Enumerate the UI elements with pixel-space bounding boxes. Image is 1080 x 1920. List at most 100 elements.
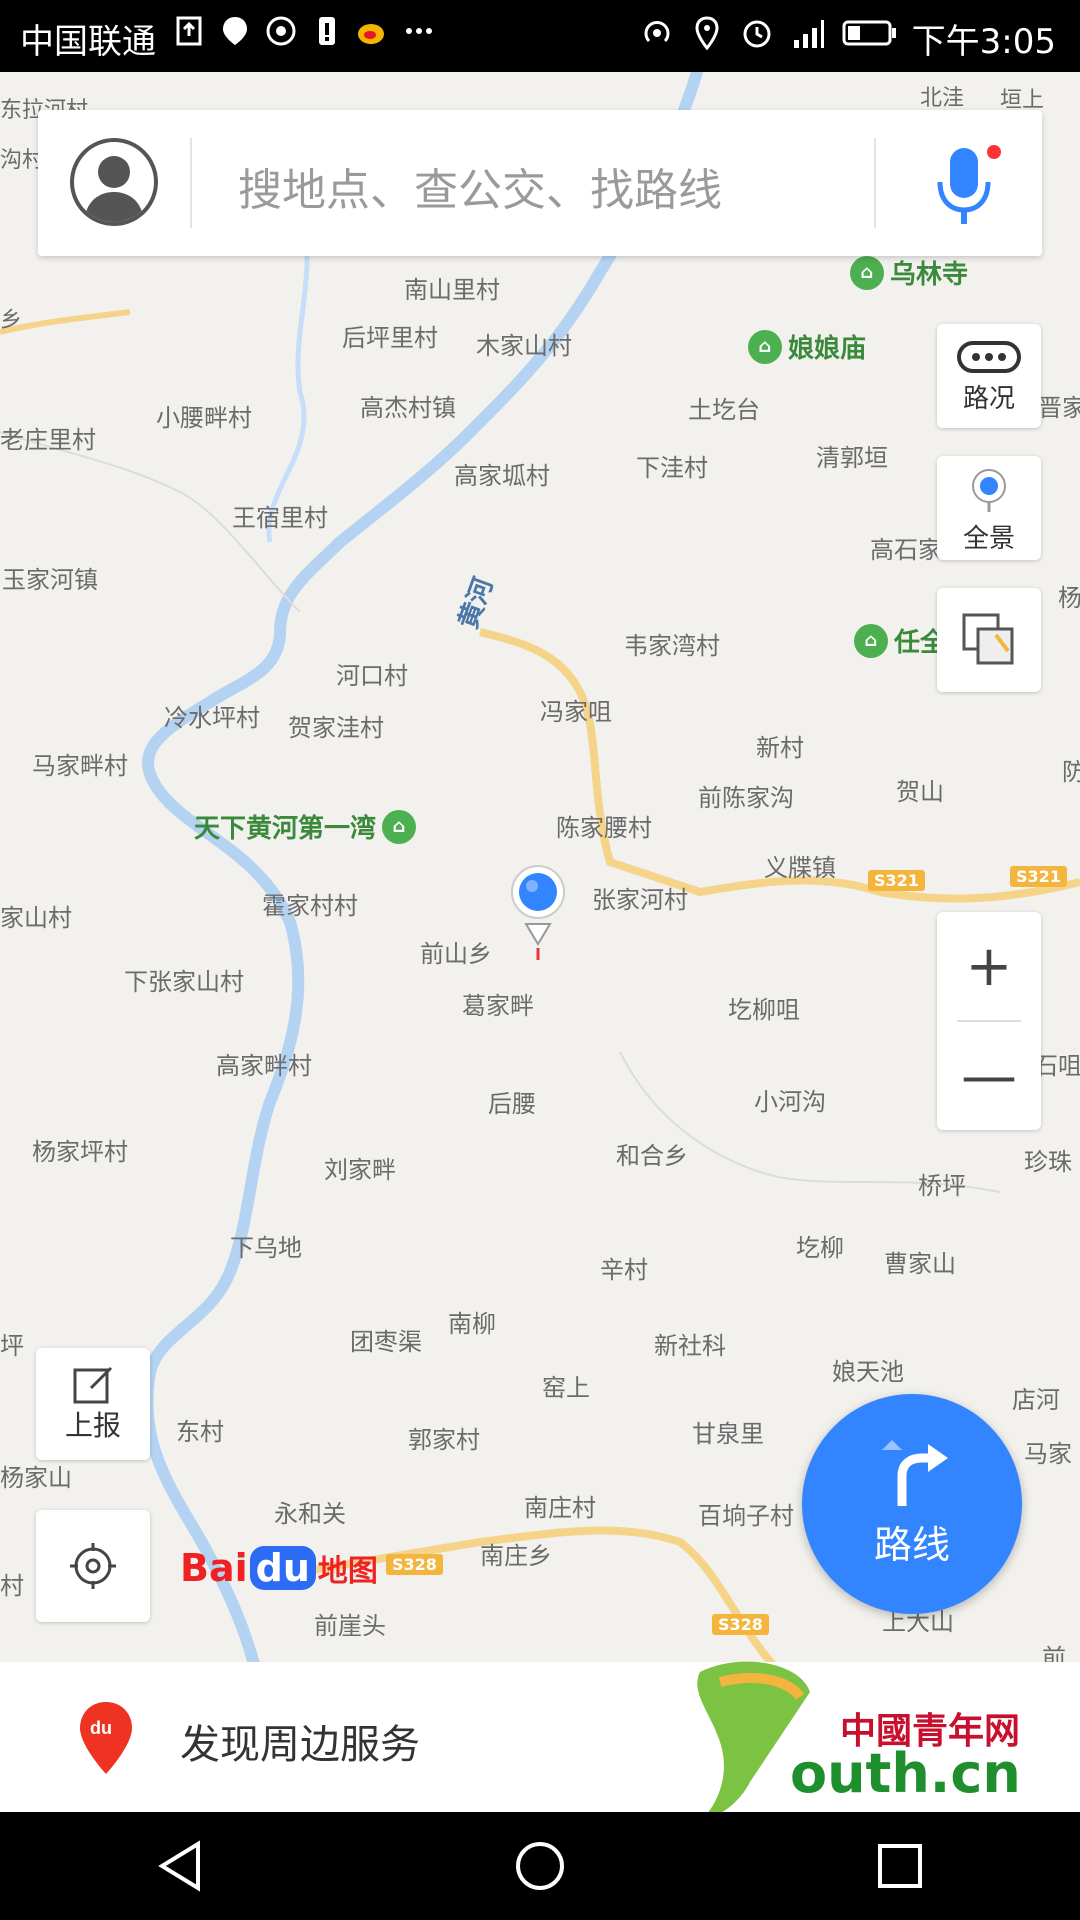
map-place-label[interactable]: 防 [1062,752,1080,787]
map-place-label[interactable]: 娘天池 [832,1352,904,1387]
map-place-label[interactable]: 百垧子村 [698,1496,794,1531]
map-place-label[interactable]: 圪柳咀 [728,990,800,1025]
zoom-out-button[interactable]: — [937,1022,1041,1130]
map-place-label[interactable]: 下洼村 [636,448,708,483]
map-place-label[interactable]: 辛村 [600,1250,648,1285]
battery-icon [840,16,900,50]
map-place-label[interactable]: 下乌地 [230,1228,302,1263]
map-place-label[interactable]: 乡 [0,302,22,334]
layers-button[interactable] [937,588,1041,692]
map-place-label[interactable]: 冯家咀 [540,692,612,727]
map-place-label[interactable]: 家山村 [0,898,72,933]
map-place-label[interactable]: 高家坬村 [454,456,550,491]
voice-search-icon[interactable] [928,138,1008,234]
locate-icon [70,1543,116,1589]
report-button[interactable]: 上报 [36,1348,150,1460]
poi-temple[interactable]: ⌂ 乌林寺 [850,254,968,291]
map-place-label[interactable]: 杨家坪村 [32,1132,128,1167]
map-place-label[interactable]: 木家山村 [476,326,572,361]
map-place-label[interactable]: 店河 [1012,1380,1060,1415]
map-place-label[interactable]: 南柳 [448,1304,496,1339]
map-place-label[interactable]: 贺山 [896,772,944,807]
map-place-label[interactable]: 南庄乡 [480,1536,552,1571]
map-place-label[interactable]: 北洼 [920,80,964,112]
map-place-label[interactable]: 珍珠 [1024,1142,1072,1177]
map-place-label[interactable]: 高家畔村 [216,1046,312,1081]
map-place-label[interactable]: 前崖头 [314,1606,386,1641]
map-place-label[interactable]: 郭家村 [408,1420,480,1455]
map-place-label[interactable]: 陈家腰村 [556,808,652,843]
map-place-label[interactable]: 新村 [756,728,804,763]
map-place-label[interactable]: 后坪里村 [342,318,438,353]
road-sign: S321 [1010,866,1067,887]
map-place-label[interactable]: 桥坪 [918,1166,966,1201]
map-place-label[interactable]: 霍家村村 [262,886,358,921]
discover-nearby-label: 发现周边服务 [180,1722,420,1768]
route-button[interactable]: 路线 [802,1394,1022,1614]
upload-icon [172,14,206,48]
user-avatar-icon[interactable] [70,138,158,226]
map-place-label[interactable]: 杨 [1058,578,1080,613]
map-place-label[interactable]: 和合乡 [616,1136,688,1171]
map-place-label[interactable]: 土圪台 [688,390,760,425]
route-label: 路线 [873,1522,950,1567]
map-place-label[interactable]: 下张家山村 [124,962,244,997]
map-place-label[interactable]: 张家河村 [592,880,688,915]
recents-icon[interactable] [870,1836,930,1896]
back-icon[interactable] [150,1836,210,1896]
map-place-label[interactable]: 玉家河镇 [2,560,98,595]
search-bar[interactable]: 搜地点、查公交、找路线 [38,110,1042,256]
map-place-label[interactable]: 韦家湾村 [624,626,720,661]
map-place-label[interactable]: 前陈家沟 [698,778,794,813]
landmark-icon: ⌂ [382,809,417,844]
more-icon [402,14,436,48]
map-place-label[interactable]: 东村 [176,1412,224,1447]
map-place-label[interactable]: 高石家 [870,530,942,565]
temple-icon: ⌂ [854,623,888,658]
map-place-label[interactable]: 贺家洼村 [288,708,384,743]
carrier-name: 中国联通 [20,22,156,62]
map-place-label[interactable]: 马家 [1024,1434,1072,1469]
map-place-label[interactable]: 村 [0,1566,24,1601]
map-place-label[interactable]: 坪 [0,1326,24,1361]
map-place-label[interactable]: 前山乡 [420,934,492,969]
map-place-label[interactable]: 刘家畔 [324,1150,396,1185]
map-place-label[interactable]: 小腰畔村 [156,398,252,433]
current-location-marker[interactable] [508,862,572,972]
map-place-label[interactable]: 曹家山 [884,1244,956,1279]
map-place-label[interactable]: 南庄村 [524,1488,596,1523]
logo-bai: Bai [180,1546,248,1590]
map-place-label[interactable]: 新社科 [654,1326,726,1361]
zoom-in-button[interactable]: + [937,912,1041,1020]
chrome-icon [264,14,298,48]
poi-temple[interactable]: ⌂ 娘娘庙 [748,328,866,365]
panorama-button[interactable]: 全景 [937,456,1041,560]
map-place-label[interactable]: 冷水坪村 [164,698,260,733]
map-place-label[interactable]: 清郭垣 [816,438,888,473]
poi-scenic-spot[interactable]: 天下黄河第一湾 ⌂ [194,808,417,845]
map-place-label[interactable]: 南山里村 [404,270,500,305]
map-place-label[interactable]: 永和关 [274,1494,346,1529]
traffic-button[interactable]: 路况 [937,324,1041,428]
layers-icon [962,613,1014,665]
map-place-label[interactable]: 义牒镇 [764,848,836,883]
locate-button[interactable] [36,1510,150,1622]
poi-temple[interactable]: ⌂ 任全 [854,622,946,659]
temple-icon: ⌂ [850,255,884,290]
search-input[interactable]: 搜地点、查公交、找路线 [238,154,722,218]
map-place-label[interactable]: 后腰 [488,1084,536,1119]
map-place-label[interactable]: 杨家山 [0,1458,72,1493]
map-place-label[interactable]: 小河沟 [754,1082,826,1117]
home-icon[interactable] [510,1836,570,1896]
map-place-label[interactable]: 高杰村镇 [360,388,456,423]
map-place-label[interactable]: 王宿里村 [232,498,328,533]
map-place-label[interactable]: 圪柳 [796,1228,844,1263]
map-place-label[interactable]: 窑上 [542,1368,590,1403]
map-place-label[interactable]: 老庄里村 [0,420,96,455]
map-place-label[interactable]: 葛家畔 [462,986,534,1021]
map-place-label[interactable]: 马家畔村 [32,746,128,781]
map-place-label[interactable]: 团枣渠 [350,1322,422,1357]
map-place-label[interactable]: 河口村 [336,656,408,691]
map-place-label[interactable]: 晋家 [1038,388,1080,423]
map-place-label[interactable]: 甘泉里 [692,1414,764,1449]
